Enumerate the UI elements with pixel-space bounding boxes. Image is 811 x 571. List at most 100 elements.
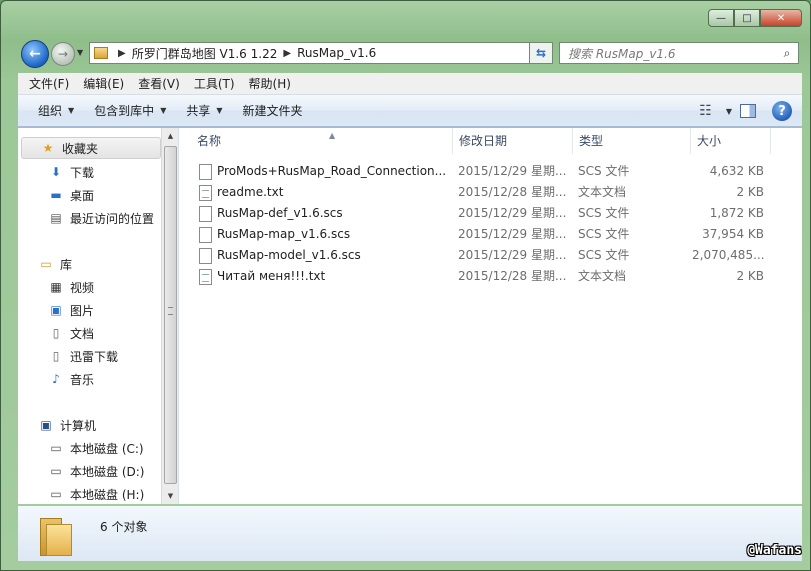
new-folder-button[interactable]: 新建文件夹 [233, 95, 313, 127]
minimize-button[interactable]: — [708, 9, 734, 27]
watermark: @Wafans [747, 543, 802, 558]
drive-icon: ▭ [50, 487, 62, 501]
nav-pictures-label: 图片 [70, 303, 95, 318]
preview-pane-icon[interactable] [740, 104, 756, 118]
recent-places-icon: ▤ [50, 211, 62, 225]
help-icon[interactable]: ? [772, 101, 792, 121]
nav-favorites[interactable]: ★ 收藏夹 [21, 137, 161, 159]
file-name: readme.txt [217, 185, 284, 199]
maximize-button[interactable]: □ [734, 9, 760, 27]
recent-pages-dropdown[interactable]: ▼ [77, 48, 83, 57]
nav-videos[interactable]: ▦ 视频 [48, 276, 94, 298]
nav-music[interactable]: ♪ 音乐 [48, 368, 94, 390]
column-type[interactable]: 类型 [573, 128, 691, 154]
menu-bar: 文件(F) 编辑(E) 查看(V) 工具(T) 帮助(H) [18, 73, 802, 95]
column-headers: 名称 ▲ 修改日期 类型 大小 [179, 128, 802, 154]
nav-recent[interactable]: ▤ 最近访问的位置 [48, 207, 154, 229]
menu-tools[interactable]: 工具(T) [187, 73, 242, 95]
file-size: 1,872 KB [709, 206, 764, 220]
menu-help[interactable]: 帮助(H) [242, 73, 298, 95]
file-size: 2 KB [736, 269, 764, 283]
file-size: 2 KB [736, 185, 764, 199]
nav-desktop[interactable]: ▬ 桌面 [48, 184, 94, 206]
nav-pictures[interactable]: ▣ 图片 [48, 299, 94, 321]
column-name[interactable]: 名称 ▲ [191, 128, 453, 154]
scroll-thumb[interactable] [164, 146, 177, 484]
chevron-right-icon[interactable]: ▶ [283, 48, 291, 59]
nav-disk-h[interactable]: ▭ 本地磁盘 (H:) [48, 483, 144, 504]
scroll-down-icon[interactable]: ▼ [162, 488, 178, 504]
include-in-library-button[interactable]: 包含到库中 ▼ [84, 95, 176, 127]
file-size: 4,632 KB [709, 164, 764, 178]
file-row[interactable]: readme.txt 2015/12/28 星期... 文本文档 2 KB [197, 182, 787, 203]
caption-buttons: — □ ✕ [708, 9, 802, 27]
file-row[interactable]: ProMods+RusMap_Road_Connection... 2015/1… [197, 161, 787, 182]
nav-downloads[interactable]: ⬇ 下载 [48, 161, 94, 183]
organize-button[interactable]: 组织 ▼ [18, 95, 84, 127]
file-name: ProMods+RusMap_Road_Connection... [217, 164, 447, 178]
text-file-icon [199, 269, 212, 285]
chevron-down-icon: ▼ [68, 106, 75, 115]
file-name: RusMap-map_v1.6.scs [217, 227, 351, 241]
folder-icon [40, 517, 74, 556]
file-type: SCS 文件 [578, 206, 630, 220]
back-button[interactable]: ← [21, 40, 49, 68]
file-row[interactable]: RusMap-def_v1.6.scs 2015/12/29 星期... SCS… [197, 203, 787, 224]
computer-icon: ▣ [40, 418, 52, 432]
file-type: 文本文档 [578, 185, 627, 199]
refresh-button[interactable]: ⇆ [529, 42, 553, 64]
breadcrumb-parent[interactable]: 所罗门群岛地图 V1.6 1.22 [132, 45, 278, 62]
breadcrumb-current[interactable]: RusMap_v1.6 [297, 46, 376, 60]
nav-documents-label: 文档 [70, 326, 95, 341]
file-size: 2,070,485... [692, 248, 764, 262]
nav-libraries[interactable]: ▭ 库 [38, 253, 72, 275]
file-row[interactable]: RusMap-map_v1.6.scs 2015/12/29 星期... SCS… [197, 224, 787, 245]
nav-thunder[interactable]: ▯ 迅雷下载 [48, 345, 118, 367]
file-date: 2015/12/28 星期... [458, 269, 567, 283]
file-type: SCS 文件 [578, 248, 630, 262]
file-row[interactable]: Читай меня!!!.txt 2015/12/28 星期... 文本文档 … [197, 266, 787, 287]
search-icon[interactable]: ⌕ [776, 46, 798, 61]
forward-button[interactable]: → [51, 42, 75, 66]
nav-downloads-label: 下载 [70, 165, 95, 180]
nav-disk-d[interactable]: ▭ 本地磁盘 (D:) [48, 460, 144, 482]
nav-favorites-label: 收藏夹 [62, 141, 99, 156]
nav-desktop-label: 桌面 [70, 188, 95, 203]
menu-view[interactable]: 查看(V) [131, 73, 187, 95]
close-button[interactable]: ✕ [760, 9, 802, 27]
share-button[interactable]: 共享 ▼ [176, 95, 232, 127]
details-pane: 6 个对象 [18, 505, 802, 561]
file-icon [199, 248, 212, 264]
chevron-right-icon[interactable]: ▶ [118, 48, 126, 59]
column-size-label: 大小 [697, 134, 722, 148]
file-name: RusMap-model_v1.6.scs [217, 248, 361, 262]
file-icon [199, 164, 212, 180]
file-icon [199, 206, 212, 222]
column-date[interactable]: 修改日期 [453, 128, 573, 154]
folder-icon: ▯ [52, 349, 60, 363]
file-row[interactable]: RusMap-model_v1.6.scs 2015/12/29 星期... S… [197, 245, 787, 266]
chevron-down-icon: ▼ [160, 106, 167, 115]
nav-libraries-label: 库 [60, 257, 73, 272]
menu-edit[interactable]: 编辑(E) [76, 73, 131, 95]
file-date: 2015/12/29 星期... [458, 164, 567, 178]
new-folder-label: 新建文件夹 [242, 104, 303, 118]
nav-disk-c-label: 本地磁盘 (C:) [70, 441, 144, 456]
scroll-up-icon[interactable]: ▲ [162, 128, 178, 144]
column-size[interactable]: 大小 [691, 128, 771, 154]
file-size: 37,954 KB [702, 227, 764, 241]
nav-documents[interactable]: ▯ 文档 [48, 322, 94, 344]
search-input[interactable]: 搜索 RusMap_v1.6 ⌕ [559, 42, 799, 64]
nav-disk-c[interactable]: ▭ 本地磁盘 (C:) [48, 437, 144, 459]
file-type: 文本文档 [578, 269, 627, 283]
nav-videos-label: 视频 [70, 280, 95, 295]
folder-icon [94, 47, 108, 59]
menu-file[interactable]: 文件(F) [18, 73, 76, 95]
view-dropdown-icon[interactable]: ▼ [726, 107, 732, 116]
address-bar[interactable]: ▶ 所罗门群岛地图 V1.6 1.22 ▶ RusMap_v1.6 ▼ [89, 42, 553, 64]
nav-computer[interactable]: ▣ 计算机 [38, 414, 96, 436]
view-options-icon[interactable]: ☷ [699, 103, 712, 119]
nav-scrollbar[interactable]: ▲ ▼ [161, 128, 178, 504]
include-in-library-label: 包含到库中 [94, 104, 155, 118]
view-controls: ☷ ▼ ? [699, 95, 802, 127]
